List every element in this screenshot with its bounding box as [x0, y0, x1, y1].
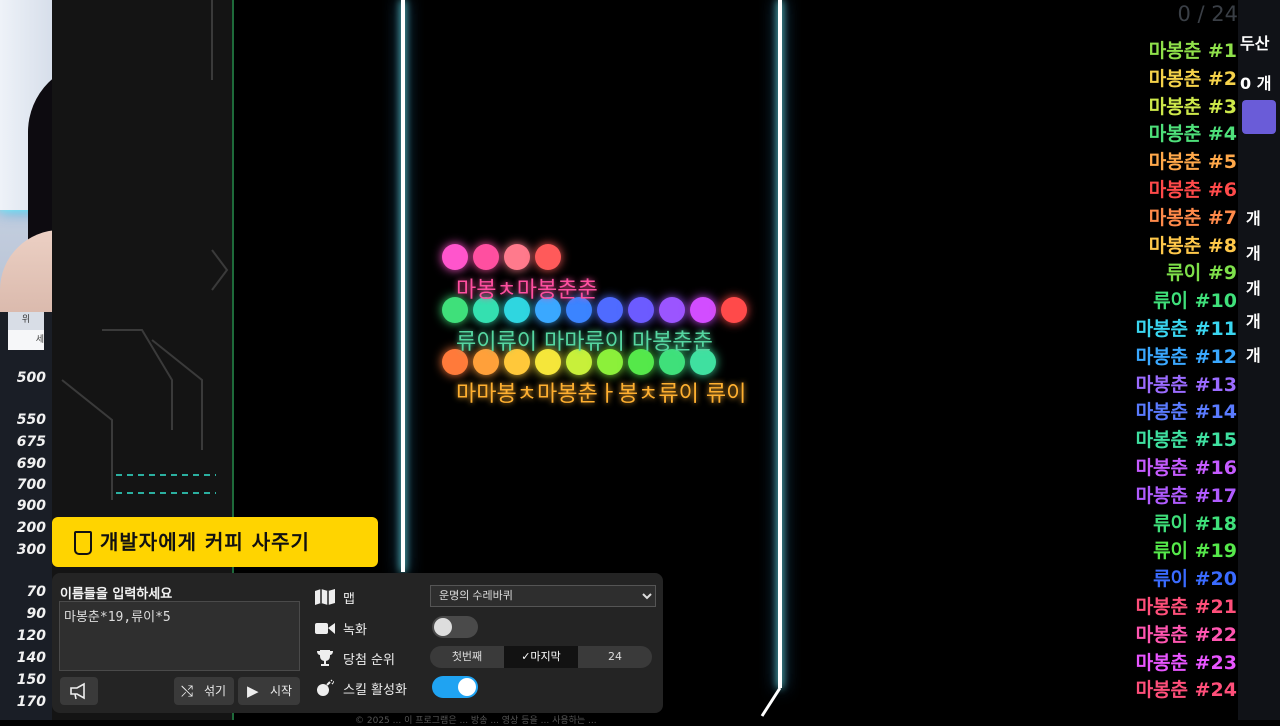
ranking-item: 마봉춘 #14 — [1135, 401, 1237, 424]
ranking-item: 마봉춘 #4 — [1148, 123, 1237, 146]
rank-option-last-label: 마지막 — [530, 650, 561, 663]
ranking-item: 마봉춘 #23 — [1135, 651, 1237, 674]
buy-coffee-label: 개발자에게 커피 사주기 — [100, 530, 310, 554]
ranking-item: 류이 #19 — [1153, 540, 1237, 563]
ranking-item: 마봉춘 #5 — [1148, 151, 1237, 174]
rank-option-number[interactable]: 24 — [578, 646, 652, 668]
announce-button[interactable] — [60, 677, 98, 705]
control-panel: 이름들을 입력하세요 ⤭ 섞기 ▶ 시작 맵 운명의 수레바퀴 녹화 당첨 순위… — [52, 573, 663, 713]
shuffle-button[interactable]: ⤭ 섞기 — [174, 677, 234, 705]
coffee-cup-icon — [74, 531, 92, 555]
ranking-item: 마봉춘 #16 — [1135, 457, 1237, 479]
rank-segmented-control: 첫번째 ✓마지막 24 — [430, 646, 652, 668]
ranking-item: 마봉춘 #1 — [1148, 40, 1237, 62]
ranking-item: 류이 #18 — [1153, 512, 1237, 535]
record-toggle[interactable] — [432, 616, 478, 638]
rank-option-last[interactable]: ✓마지막 — [504, 646, 578, 668]
ranking-item: 마봉춘 #22 — [1135, 623, 1237, 646]
bomb-icon — [314, 679, 336, 697]
megaphone-icon — [70, 682, 85, 700]
rank-option-first[interactable]: 첫번째 — [430, 646, 504, 668]
ranking-item: 류이 #9 — [1166, 262, 1237, 285]
ranking-item: 류이 #10 — [1153, 290, 1237, 313]
skill-toggle[interactable] — [432, 676, 478, 698]
ranking-item: 마봉춘 #17 — [1135, 484, 1237, 507]
ranking-item: 마봉춘 #13 — [1135, 373, 1237, 396]
ranking-item: 마봉춘 #2 — [1148, 67, 1237, 90]
ranking-item: 류이 #20 — [1153, 568, 1237, 591]
ranking-item: 마봉춘 #15 — [1135, 429, 1237, 452]
shuffle-icon: ⤭ — [181, 682, 194, 700]
video-camera-icon — [314, 619, 336, 637]
ranking-item: 마봉춘 #6 — [1148, 179, 1237, 201]
ranking-item: 마봉춘 #8 — [1148, 234, 1237, 257]
ranking-item: 마봉춘 #3 — [1148, 95, 1237, 118]
ranking-item: 마봉춘 #7 — [1148, 206, 1237, 229]
map-select[interactable]: 운명의 수레바퀴 — [430, 585, 656, 607]
ranking-item: 마봉춘 #12 — [1135, 345, 1237, 368]
start-button[interactable]: ▶ 시작 — [238, 677, 300, 705]
ranking-item: 마봉춘 #11 — [1135, 318, 1237, 340]
play-icon: ▶ — [247, 682, 259, 700]
ranking-item: 마봉춘 #21 — [1135, 596, 1237, 618]
start-label: 시작 — [270, 684, 293, 698]
record-label: 녹화 — [343, 623, 367, 638]
trophy-icon — [314, 649, 336, 667]
skill-label: 스킬 활성화 — [343, 683, 407, 698]
map-icon — [314, 588, 336, 606]
map-label: 맵 — [343, 592, 355, 607]
names-input-label: 이름들을 입력하세요 — [60, 587, 173, 602]
names-input[interactable] — [59, 601, 300, 671]
ranking-item: 마봉춘 #24 — [1135, 679, 1237, 702]
buy-coffee-button[interactable]: 개발자에게 커피 사주기 — [52, 517, 378, 567]
rank-label: 당첨 순위 — [343, 653, 395, 668]
shuffle-label: 섞기 — [204, 684, 227, 698]
